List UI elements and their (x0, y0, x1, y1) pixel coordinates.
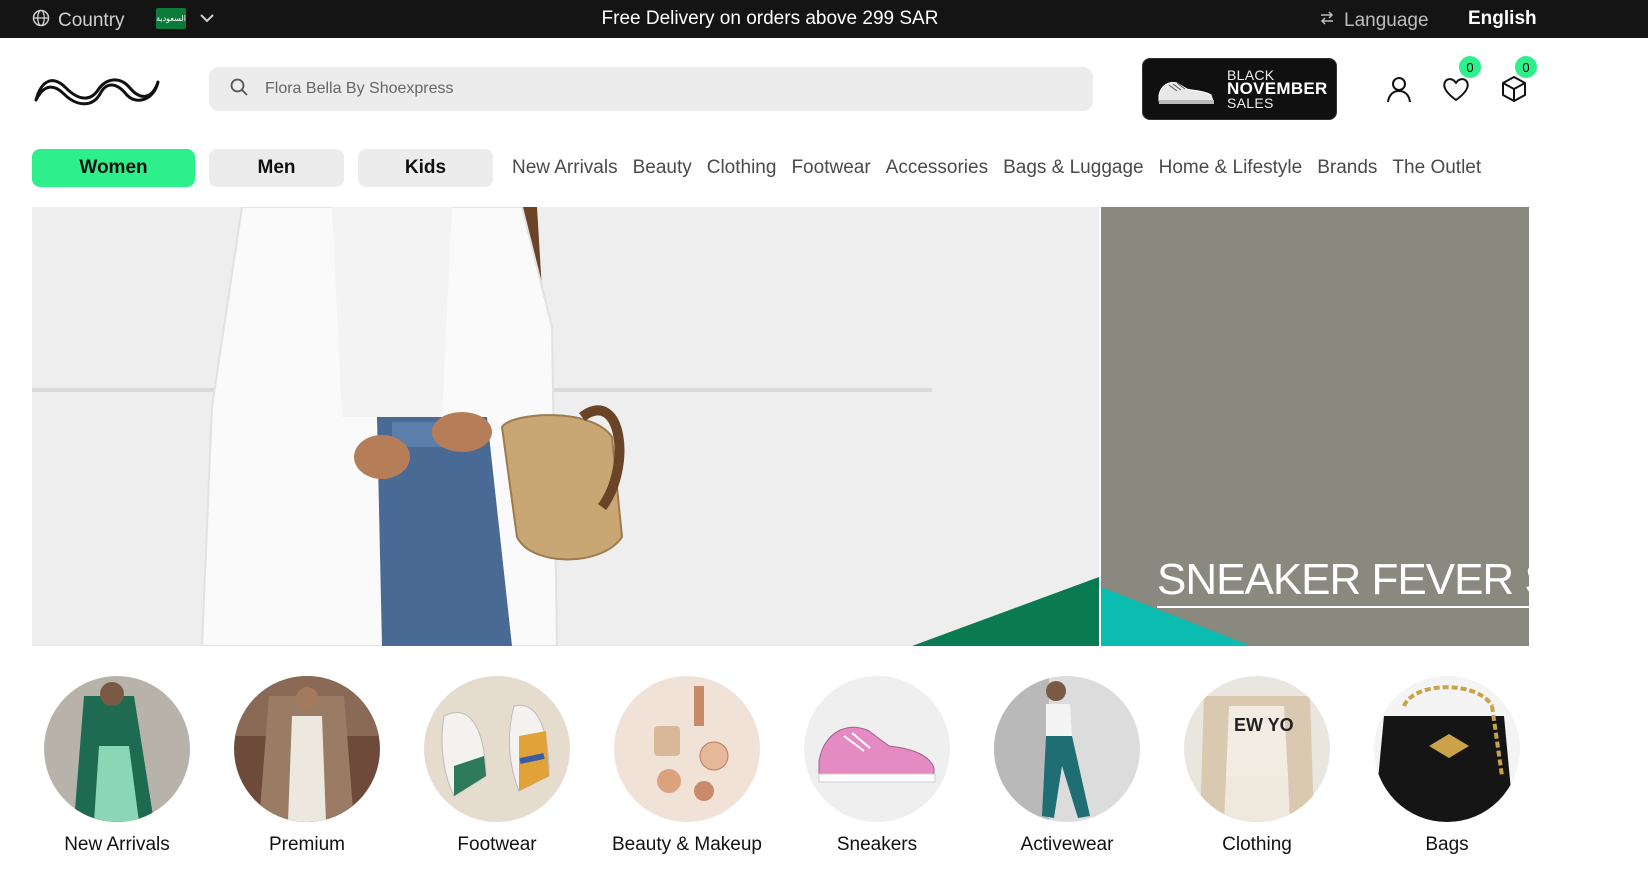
hero-photo-woman (32, 207, 1099, 646)
nav-new-arrivals[interactable]: New Arrivals (512, 157, 618, 179)
swap-icon (1318, 9, 1336, 33)
search-icon (229, 77, 249, 102)
category-label: Footwear (457, 834, 537, 855)
tab-women[interactable]: Women (32, 149, 195, 187)
category-label: New Arrivals (64, 834, 170, 855)
language-selector[interactable]: Language (1318, 9, 1429, 33)
sneaker-icon (1153, 69, 1219, 109)
search-bar[interactable] (209, 67, 1093, 111)
activewear-thumbnail (994, 676, 1140, 822)
language-label: Language (1344, 10, 1429, 31)
nav-footwear[interactable]: Footwear (791, 157, 870, 179)
promo-line-2: NOVEMBER (1227, 79, 1328, 98)
beauty-makeup-thumbnail (614, 676, 760, 822)
tab-men[interactable]: Men (209, 149, 344, 187)
nav-accessories[interactable]: Accessories (886, 157, 988, 179)
nav-bags-luggage[interactable]: Bags & Luggage (1003, 157, 1144, 179)
category-new-arrivals[interactable]: New Arrivals (32, 676, 202, 856)
box-icon[interactable] (1499, 74, 1529, 104)
footwear-thumbnail (424, 676, 570, 822)
nav-beauty[interactable]: Beauty (633, 157, 692, 179)
headline-underline (1157, 606, 1529, 608)
current-language[interactable]: English (1468, 8, 1537, 30)
free-delivery-banner: Free Delivery on orders above 299 SAR (601, 8, 939, 29)
category-activewear[interactable]: Activewear (982, 676, 1152, 856)
svg-text:EW YO: EW YO (1234, 715, 1294, 735)
sneakers-thumbnail (804, 676, 950, 822)
category-nav: New Arrivals Beauty Clothing Footwear Ac… (512, 157, 1481, 179)
tab-kids[interactable]: Kids (358, 149, 493, 187)
user-icon[interactable] (1384, 74, 1414, 104)
category-label: Premium (268, 834, 345, 855)
category-bags[interactable]: Bags (1362, 676, 1532, 856)
sneaker-fever-headline: SNEAKER FEVER SI (1157, 555, 1529, 604)
black-november-sales-button[interactable]: BLACK NOVEMBER SALES (1142, 58, 1337, 120)
category-label: Activewear (1020, 834, 1114, 855)
nav-the-outlet[interactable]: The Outlet (1392, 157, 1481, 179)
category-label: Bags (1425, 834, 1469, 855)
category-label: Clothing (1222, 834, 1292, 855)
category-sneakers[interactable]: Sneakers (792, 676, 962, 856)
category-label: Beauty & Makeup (612, 834, 762, 855)
site-logo[interactable] (32, 70, 162, 110)
category-premium[interactable]: Premium (222, 676, 392, 856)
nav-brands[interactable]: Brands (1317, 157, 1377, 179)
search-input[interactable] (265, 80, 1045, 98)
category-clothing[interactable]: EW YO Clothing (1172, 676, 1342, 856)
heart-icon[interactable] (1441, 74, 1471, 104)
bags-thumbnail (1374, 676, 1520, 822)
top-bar: Country السعودية Free Delivery on orders… (0, 0, 1648, 38)
premium-thumbnail (234, 676, 380, 822)
nav-clothing[interactable]: Clothing (707, 157, 777, 179)
category-label: Sneakers (836, 834, 918, 855)
cart-count-badge: 0 (1515, 56, 1537, 78)
category-footwear[interactable]: Footwear (412, 676, 582, 856)
wishlist-count-badge: 0 (1459, 56, 1481, 78)
category-beauty-makeup[interactable]: Beauty & Makeup (602, 676, 772, 856)
nav-home-lifestyle[interactable]: Home & Lifestyle (1159, 157, 1303, 179)
new-arrivals-thumbnail (44, 676, 190, 822)
hero-banner-sneaker-fever[interactable]: SNEAKER FEVER SI (1101, 207, 1529, 646)
promo-line-3: SALES (1227, 95, 1274, 111)
clothing-thumbnail: EW YO (1184, 676, 1330, 822)
hero-banner-main[interactable] (32, 207, 1099, 646)
